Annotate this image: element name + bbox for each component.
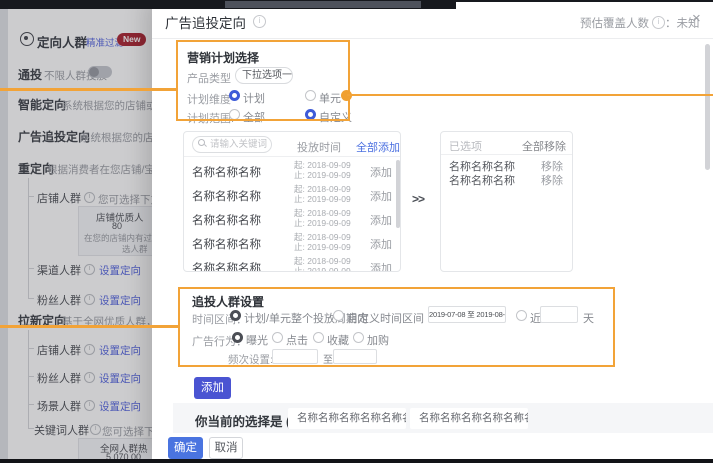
plan-date-start: 起: 2018-09-09 [294,184,351,194]
tag-close-icon[interactable]: × [515,408,521,429]
search-placeholder: 请输入关键词 [210,139,267,150]
add-row-link[interactable]: 添加 [370,260,392,272]
plan-date-start: 起: 2018-09-09 [294,232,351,242]
plan-name: 名称名称名称 [192,212,261,228]
remove-row-link[interactable]: 移除 [541,172,563,188]
plan-row: 名称名称名称 起: 2018-09-09 止: 2019-09-09 添加 [184,230,401,254]
add-all-link[interactable]: 全部添加 [356,139,400,155]
selection-tag: 名称名称名称名称名称名称 × [410,408,528,429]
selection-tag: 名称名称名称名称名称名称 × [288,408,406,429]
plan-name: 名称名称名称 [192,236,261,252]
modal-backdrop [0,0,152,463]
add-button[interactable]: 添加 [194,377,231,399]
plan-row: 名称名称名称 起: 2018-09-09 止: 2019-09-09 添加 [184,206,401,230]
annotation-line-left-2 [0,325,179,328]
remove-all-link[interactable]: 全部移除 [522,138,566,154]
plan-date-end: 止: 2019-09-09 [294,170,351,180]
plan-date-start: 起: 2018-09-09 [294,160,351,170]
plan-date-start: 起: 2018-09-09 [294,208,351,218]
selected-row: 名称名称名称 移除 [441,172,573,186]
add-row-link[interactable]: 添加 [370,236,392,252]
header-divider [152,38,713,39]
bottom-dark-bar [0,459,713,463]
annotation-box-plan-section [176,40,350,121]
top-bar-element [225,1,421,8]
selected-header-divider [441,154,573,155]
annotation-box-retarget-section [178,287,615,367]
annotation-line-right [347,94,713,96]
search-input[interactable]: 请输入关键词 [192,136,272,153]
add-row-link[interactable]: 添加 [370,188,392,204]
plan-row: 名称名称名称 起: 2018-09-09 止: 2019-09-09 添加 [184,254,401,272]
annotation-line-left-1 [0,88,176,91]
cancel-button[interactable]: 取消 [209,437,243,459]
selected-name: 名称名称名称 [449,172,515,188]
plan-name: 名称名称名称 [192,260,261,272]
add-row-link[interactable]: 添加 [370,164,392,180]
tag-close-icon[interactable]: × [393,408,399,429]
selected-panel: 已选项 全部移除 名称名称名称 移除 名称名称名称 移除 [440,131,573,272]
tag-text: 名称名称名称名称名称名称 [419,412,528,424]
plan-name: 名称名称名称 [192,164,261,180]
plan-date-start: 起: 2018-09-09 [294,256,351,266]
plan-list-panel: 请输入关键词 投放时间 全部添加 名称名称名称 起: 2018-09-09 止:… [183,131,401,272]
plan-date-end: 止: 2019-09-09 [294,266,351,272]
plan-row: 名称名称名称 起: 2018-09-09 止: 2019-09-09 添加 [184,182,401,206]
estimate-label: 预估覆盖人数 [580,15,649,31]
list-scrollbar[interactable] [396,160,400,228]
top-dark-bar [0,0,456,9]
title-info-icon[interactable]: i [253,15,266,28]
close-icon[interactable]: × [692,10,701,27]
confirm-button[interactable]: 确定 [168,437,203,459]
selected-header: 已选项 [449,138,482,154]
column-launch-time: 投放时间 [297,139,341,155]
plan-name: 名称名称名称 [192,188,261,204]
screenshot-canvas: 定向人群 精准过滤 New 通投 不限人群投放 智能定向 系统根据您的店铺或宝贝… [0,0,713,463]
selected-row: 名称名称名称 移除 [441,158,573,172]
plan-date-end: 止: 2019-09-09 [294,242,351,252]
list-header-divider [184,156,401,157]
plan-date-end: 止: 2019-09-09 [294,218,351,228]
estimate-info-icon[interactable]: i [652,16,665,29]
plan-date-end: 止: 2019-09-09 [294,194,351,204]
plan-row: 名称名称名称 起: 2018-09-09 止: 2019-09-09 添加 [184,158,401,182]
tag-text: 名称名称名称名称名称名称 [297,412,406,424]
modal-title: 广告追投定向 [165,12,246,32]
search-icon [198,139,207,148]
transfer-icon: >> [412,192,424,206]
modal-scrollbar[interactable] [705,44,710,170]
add-row-link[interactable]: 添加 [370,212,392,228]
